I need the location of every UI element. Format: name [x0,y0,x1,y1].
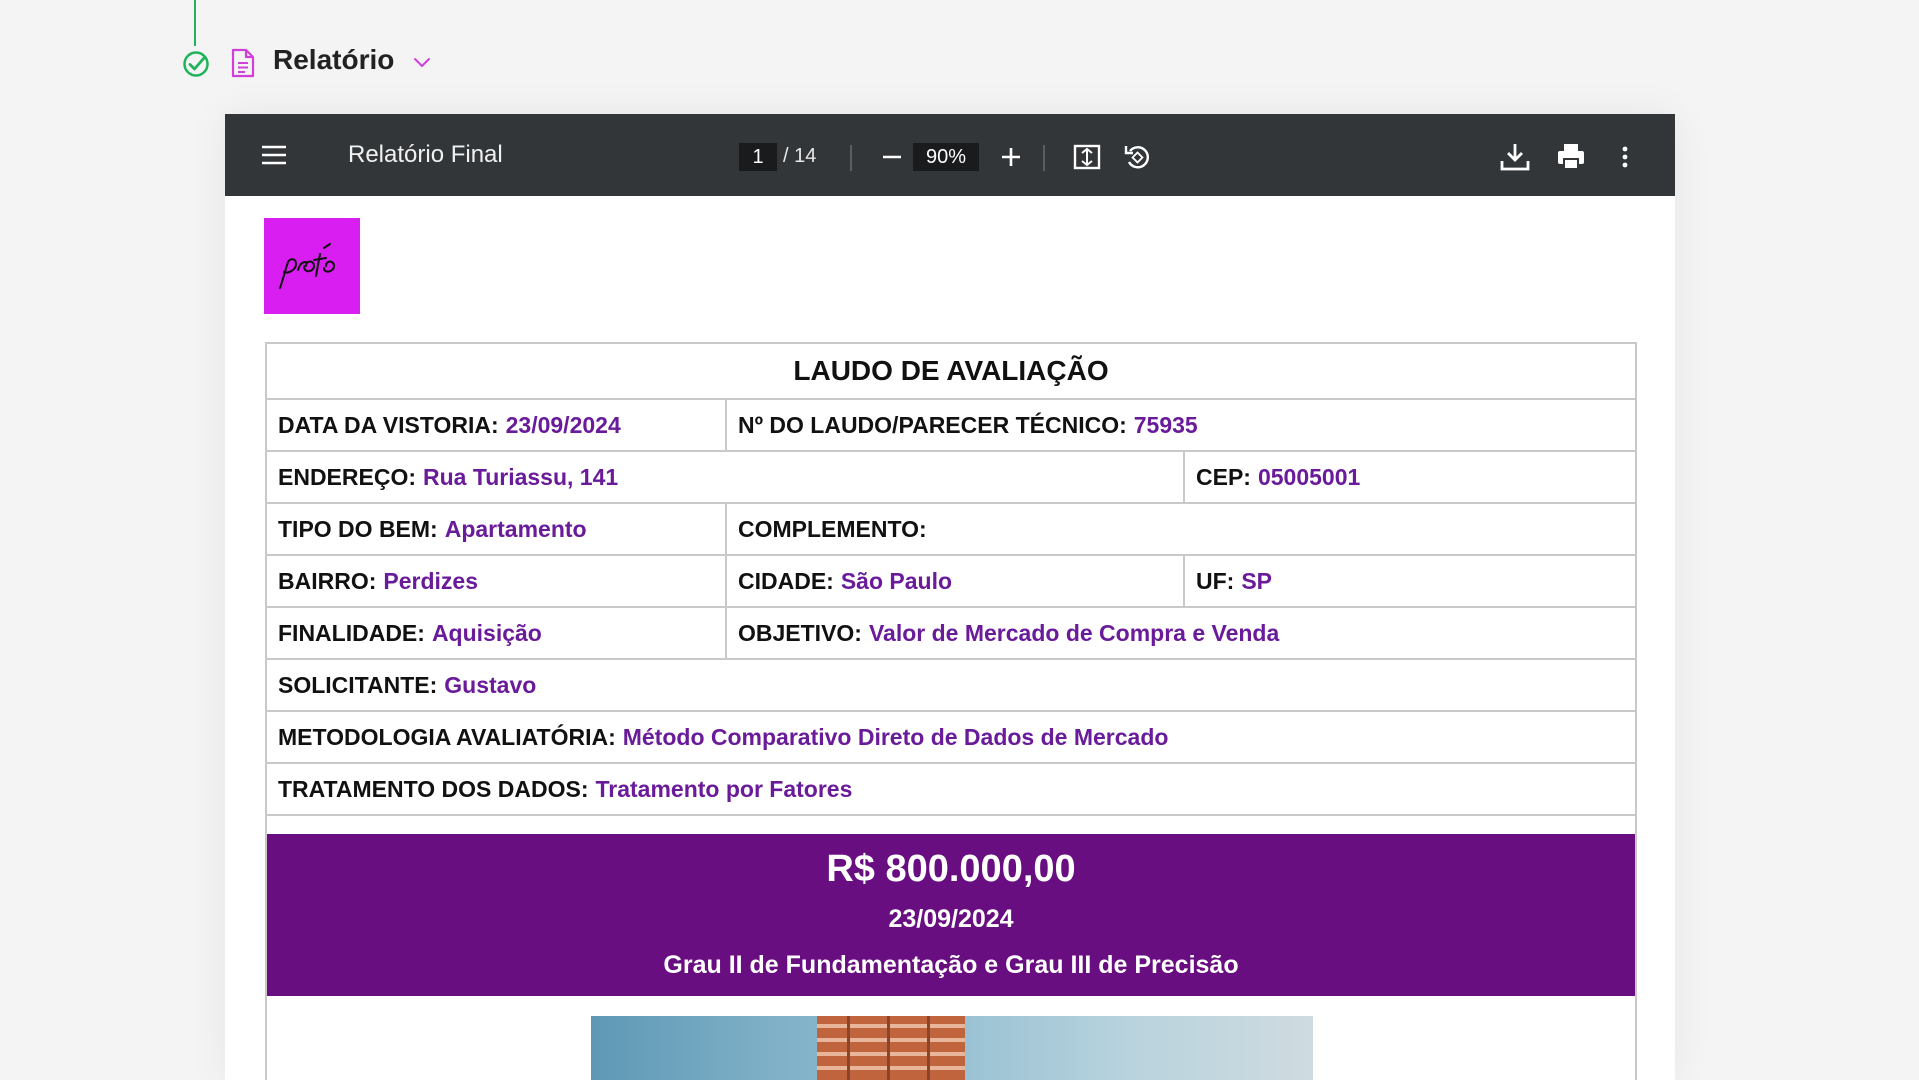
field-value: 23/09/2024 [505,411,621,438]
report-heading: LAUDO DE AVALIAÇÃO [793,355,1109,386]
field-label: FINALIDADE: [278,619,425,646]
field-value: Método Comparativo Direto de Dados de Me… [622,723,1169,750]
field-cep: CEP: 05005001 [1183,452,1635,502]
page-total: / 14 [783,145,817,167]
field-objetivo: OBJETIVO: Valor de Mercado de Compra e V… [725,608,1635,658]
field-finalidade: FINALIDADE: Aquisição [267,608,725,658]
field-solicitante: SOLICITANTE: Gustavo [267,660,1635,710]
field-numero-laudo: Nº DO LAUDO/PARECER TÉCNICO: 75935 [725,400,1635,450]
field-label: UF: [1196,567,1235,594]
field-value: 05005001 [1257,463,1361,490]
table-row: ENDEREÇO: Rua Turiassu, 141 CEP: 0500500… [267,452,1635,504]
pdf-viewer: Relatório Final 1 / 14 90% LAUDO DE AVAL… [225,114,1675,1080]
minus-icon[interactable] [872,137,912,177]
page-number-input[interactable]: 1 [739,143,777,171]
valuation-date: 23/09/2024 [888,905,1014,933]
menu-icon[interactable] [260,143,288,167]
field-complemento: COMPLEMENTO: [725,504,1635,554]
field-value: São Paulo [840,567,953,594]
toolbar-divider [850,145,852,171]
field-label: CIDADE: [738,567,834,594]
logo-signature [279,243,336,289]
property-photo [591,1016,1313,1080]
field-value: Aquisição [431,619,542,646]
field-label: ENDEREÇO: [278,463,417,490]
chevron-down-icon[interactable] [411,52,433,72]
company-logo [264,218,360,314]
valuation-amount: R$ 800.000,00 [826,848,1076,890]
table-row: TIPO DO BEM: Apartamento COMPLEMENTO: [267,504,1635,556]
field-value: 75935 [1133,411,1198,438]
field-value: Apartamento [444,515,587,542]
zoom-level[interactable]: 90% [913,143,979,171]
field-cidade: CIDADE: São Paulo [725,556,1183,606]
field-label: OBJETIVO: [738,619,862,646]
section-title[interactable]: Relatório [273,44,394,76]
field-label: Nº DO LAUDO/PARECER TÉCNICO: [738,411,1127,438]
field-bairro: BAIRRO: Perdizes [267,556,725,606]
field-value: Tratamento por Fatores [595,775,853,802]
more-vertical-icon[interactable] [1605,137,1645,177]
document-icon [231,48,255,78]
field-label: COMPLEMENTO: [738,515,927,542]
print-icon[interactable] [1551,137,1591,177]
field-value: SP [1241,567,1273,594]
field-metodologia: METODOLOGIA AVALIATÓRIA: Método Comparat… [267,712,1635,762]
field-tratamento: TRATAMENTO DOS DADOS: Tratamento por Fat… [267,764,1635,814]
field-value: Perdizes [383,567,478,594]
field-label: DATA DA VISTORIA: [278,411,499,438]
valuation-result: R$ 800.000,00 23/09/2024 Grau II de Fund… [267,834,1635,996]
field-label: TRATAMENTO DOS DADOS: [278,775,589,802]
download-icon[interactable] [1495,137,1535,177]
property-photo-area [267,996,1635,1080]
field-tipo-bem: TIPO DO BEM: Apartamento [267,504,725,554]
table-row: DATA DA VISTORIA: 23/09/2024 Nº DO LAUDO… [267,400,1635,452]
field-uf: UF: SP [1183,556,1635,606]
toolbar-divider [1043,145,1045,171]
check-circle-icon [183,51,209,77]
field-label: METODOLOGIA AVALIATÓRIA: [278,723,616,750]
document-title: Relatório Final [348,141,503,168]
pdf-toolbar: Relatório Final 1 / 14 90% [225,114,1675,196]
field-label: CEP: [1196,463,1251,490]
fit-page-icon[interactable] [1067,137,1107,177]
field-label: SOLICITANTE: [278,671,438,698]
field-value: Valor de Mercado de Compra e Venda [868,619,1280,646]
field-data-vistoria: DATA DA VISTORIA: 23/09/2024 [267,400,725,450]
spacer-row [267,816,1635,834]
report-heading-row: LAUDO DE AVALIAÇÃO [267,344,1635,400]
field-endereco: ENDEREÇO: Rua Turiassu, 141 [267,452,1183,502]
valuation-grade: Grau II de Fundamentação e Grau III de P… [663,951,1239,979]
field-label: TIPO DO BEM: [278,515,438,542]
plus-icon[interactable] [991,137,1031,177]
building-image [817,1016,965,1080]
field-value: Gustavo [444,671,537,698]
appraisal-report: LAUDO DE AVALIAÇÃO DATA DA VISTORIA: 23/… [265,342,1637,1080]
rotate-icon[interactable] [1117,137,1157,177]
table-row: METODOLOGIA AVALIATÓRIA: Método Comparat… [267,712,1635,764]
field-value: Rua Turiassu, 141 [423,463,619,490]
field-label: BAIRRO: [278,567,377,594]
table-row: FINALIDADE: Aquisição OBJETIVO: Valor de… [267,608,1635,660]
table-row: SOLICITANTE: Gustavo [267,660,1635,712]
table-row: TRATAMENTO DOS DADOS: Tratamento por Fat… [267,764,1635,816]
step-connector-line [194,0,196,46]
table-row: BAIRRO: Perdizes CIDADE: São Paulo UF: S… [267,556,1635,608]
